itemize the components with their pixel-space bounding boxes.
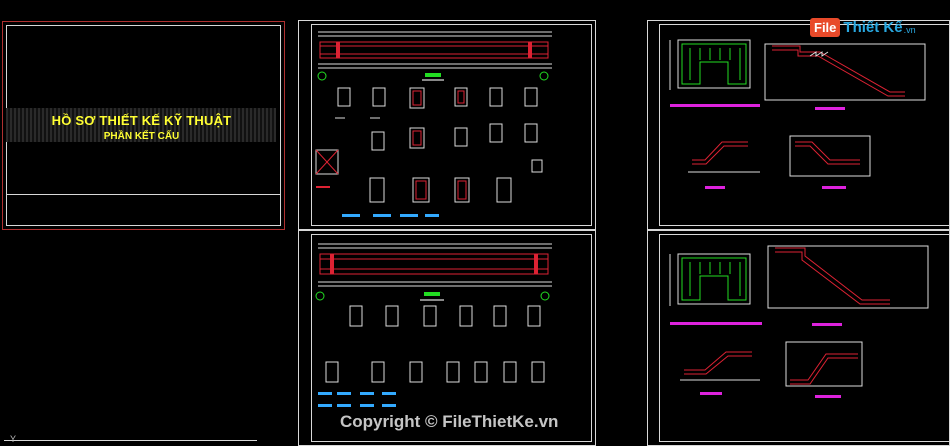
logo-brand-text: Thiết Kế: [843, 18, 903, 36]
cad-drawing-linework: [315, 31, 929, 407]
logo-domain-suffix: .vn: [903, 25, 916, 35]
stair-plan-2: [669, 253, 762, 325]
filethietke-logo: File Thiết Kế .vn: [810, 14, 916, 40]
copyright-watermark: Copyright © FileThietKe.vn: [340, 412, 559, 431]
stair-section-1: [688, 43, 926, 189]
ucs-y-axis-icon: Y: [10, 434, 17, 444]
beam-elevation-1: [317, 31, 552, 81]
beam-sections-2: [318, 305, 545, 407]
beam-elevation-2: [315, 243, 552, 301]
logo-box-text: File: [810, 17, 841, 37]
stair-plan-1: [669, 39, 760, 107]
beam-sections-1: [315, 87, 543, 217]
